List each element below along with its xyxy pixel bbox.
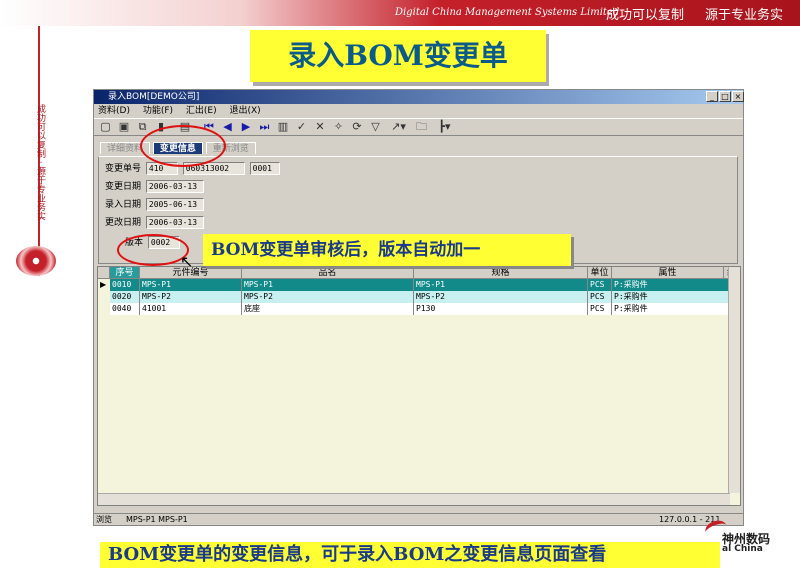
menu-export[interactable]: 汇出(E) [186, 106, 217, 116]
folder-icon[interactable]: 🗀 [414, 119, 429, 135]
modify-date-row: 更改日期 2006-03-13 [101, 215, 206, 229]
menu-data[interactable]: 资料(D) [98, 106, 130, 116]
slogan-1: 成功可以复制 [606, 8, 685, 23]
callout-version: BOM变更单审核后，版本自动加一 [203, 234, 571, 266]
col-spec[interactable]: 规格 [414, 267, 588, 279]
confirm-icon[interactable]: ✓ [294, 119, 309, 135]
row-selector-header [98, 267, 110, 279]
highlight-ellipse-tab [140, 125, 226, 167]
entry-date-row: 录入日期 2005-06-13 [101, 197, 206, 211]
modify-date-label: 更改日期 [104, 218, 141, 228]
col-attr[interactable]: 属性 [612, 267, 724, 279]
bom-grid: 序号 元件编号 品名 规格 单位 属性 组 ▶ 0010 MPS-P1 MPS-… [97, 266, 741, 506]
change-date-field[interactable]: 2006-03-13 [145, 180, 204, 193]
new-icon[interactable]: ▢ [98, 119, 113, 135]
record-icon[interactable]: ▥ [276, 119, 291, 135]
highlight-ellipse-version [117, 234, 189, 266]
col-seq[interactable]: 序号 [110, 267, 140, 279]
table-row[interactable]: 0010 MPS-P1 MPS-P1 MPS-P1 PCS P:采购件 [110, 279, 730, 291]
status-bar: 浏览 MPS-P1 MPS-P1 127.0.0.1 - 211 [94, 513, 743, 525]
col-unit[interactable]: 单位 [588, 267, 612, 279]
brand-sub: al China [722, 544, 763, 554]
window-titlebar: 录入BOM[DEMO公司] _ □ × [94, 90, 744, 104]
minimize-icon[interactable]: _ [706, 91, 718, 102]
menubar: 资料(D) 功能(F) 汇出(E) 退出(X) [94, 104, 743, 118]
chart-icon[interactable]: ↗▾ [387, 119, 411, 135]
col-name[interactable]: 品名 [242, 267, 414, 279]
slide-title: 录入BOM变更单 [250, 30, 546, 82]
next-record-icon[interactable]: ▶ [239, 119, 254, 135]
vertical-scrollbar[interactable] [728, 267, 740, 493]
change-date-label: 变更日期 [104, 182, 141, 192]
tree-icon[interactable]: ┣▾ [433, 119, 457, 135]
change-no-seq[interactable]: 0001 [249, 162, 280, 175]
entry-date-field[interactable]: 2005-06-13 [145, 198, 204, 211]
current-row-icon: ▶ [100, 280, 107, 289]
table-row[interactable]: 0040 41001 底座 P130 PCS P:采购件 [110, 303, 730, 315]
status-mode: 浏览 [96, 515, 112, 524]
company-english: Digital China Management Systems Limited [395, 7, 620, 18]
close-icon[interactable]: × [732, 91, 744, 102]
change-date-row: 变更日期 2006-03-13 [101, 179, 206, 193]
maximize-icon[interactable]: □ [719, 91, 731, 102]
table-row[interactable]: 0020 MPS-P2 MPS-P2 MPS-P2 PCS P:采购件 [110, 291, 730, 303]
horizontal-scrollbar[interactable] [98, 493, 730, 505]
disc-logo-icon [16, 246, 56, 276]
vertical-slogan: 成功可以复制 · 源于专业务实 [35, 104, 45, 221]
modify-date-field[interactable]: 2006-03-13 [145, 216, 204, 229]
change-no-label: 变更单号 [104, 164, 141, 174]
refresh-icon[interactable]: ⟳ [350, 119, 365, 135]
entry-date-label: 录入日期 [104, 200, 141, 210]
menu-function[interactable]: 功能(F) [143, 106, 173, 116]
mouse-cursor-icon: ↖ [180, 252, 194, 271]
callout-change-info: BOM变更单的变更信息，可于录入BOM之变更信息页面查看 [100, 542, 720, 568]
last-record-icon[interactable]: ⏭ [257, 119, 272, 135]
menu-exit[interactable]: 退出(X) [230, 106, 261, 116]
slogan-2: 源于专业务实 [705, 8, 784, 23]
cancel-icon[interactable]: ✕ [313, 119, 328, 135]
filter-icon[interactable]: ▽ [368, 119, 383, 135]
top-banner: Digital China Management Systems Limited… [0, 0, 800, 26]
query-icon[interactable]: ✧ [331, 119, 346, 135]
open-icon[interactable]: ▣ [117, 119, 132, 135]
status-record: MPS-P1 MPS-P1 [126, 515, 188, 524]
prev-record-icon[interactable]: ◀ [220, 119, 235, 135]
window-title: 录入BOM[DEMO公司] [108, 92, 200, 102]
